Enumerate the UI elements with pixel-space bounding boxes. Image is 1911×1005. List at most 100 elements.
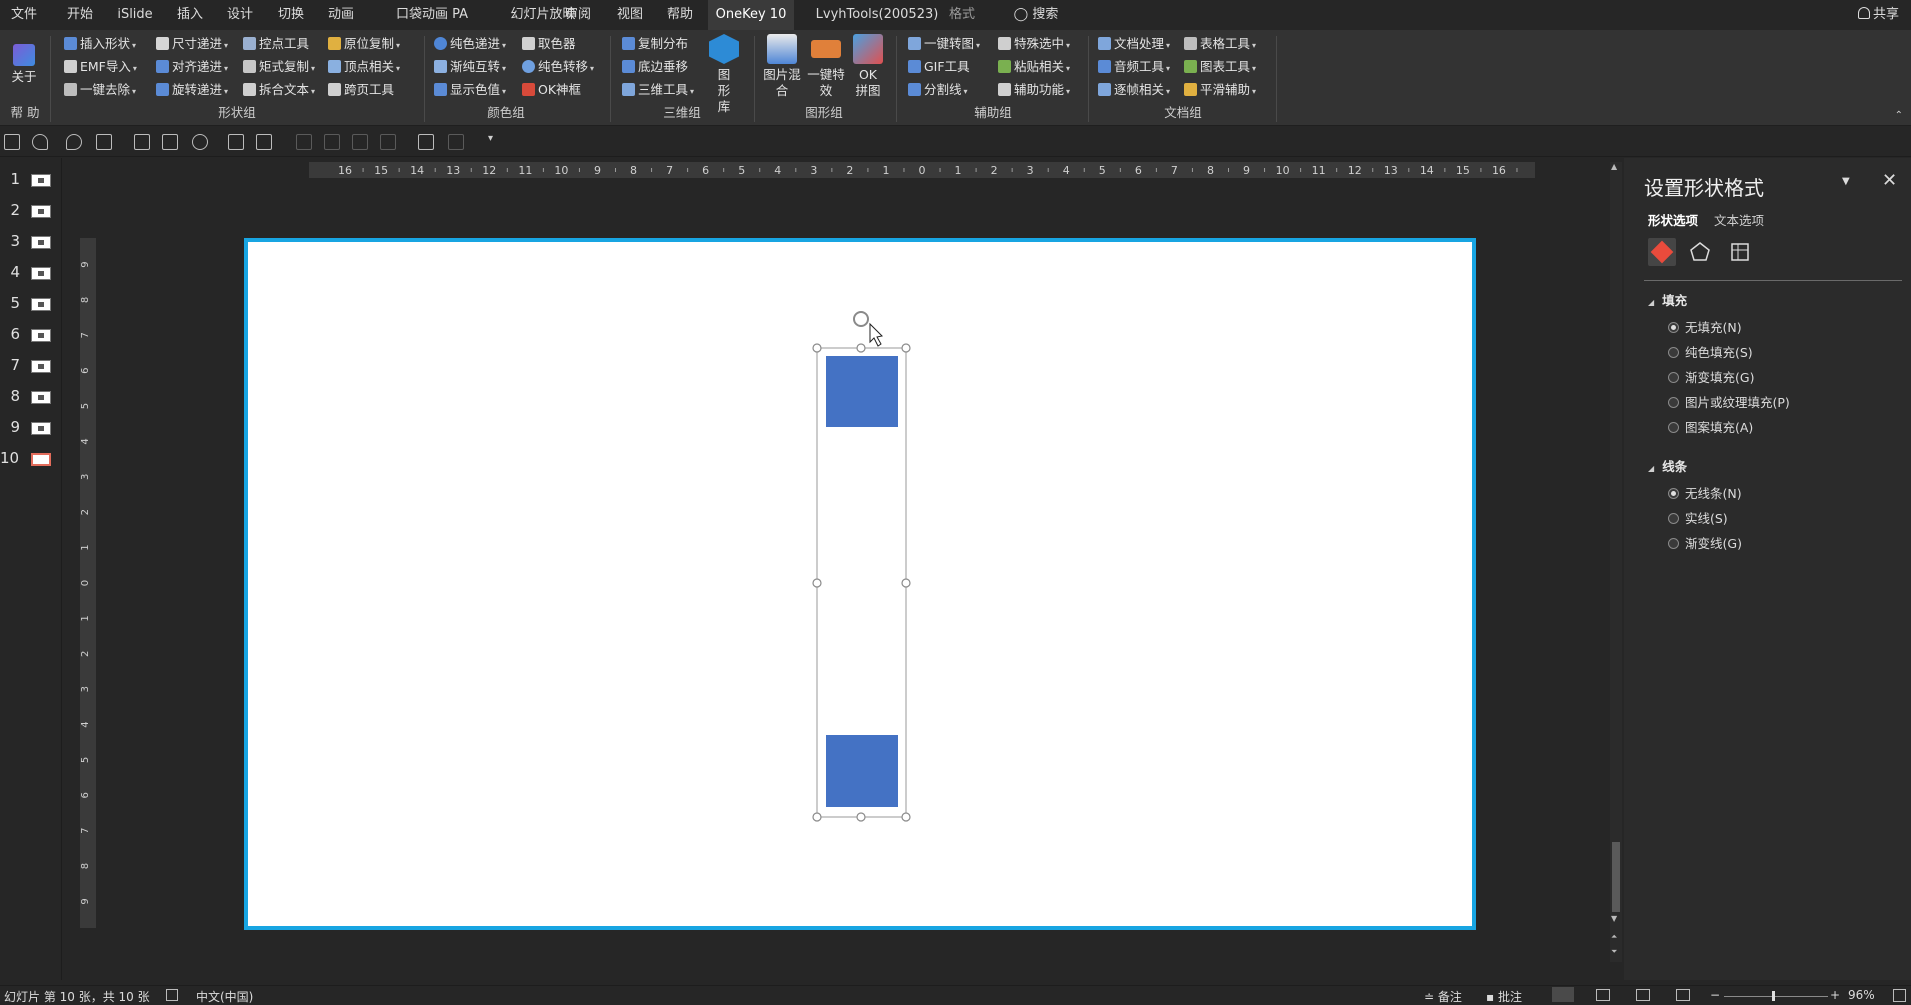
resize-handle[interactable] bbox=[812, 812, 822, 822]
smooth-assist-button[interactable]: 平滑辅助 ▾ bbox=[1184, 79, 1256, 101]
tab-text-options[interactable]: 文本选项 bbox=[1714, 210, 1764, 229]
gradient-solid-switch-button[interactable]: 渐纯互转 ▾ bbox=[434, 56, 506, 78]
tab-onekey[interactable]: OneKey 10 bbox=[708, 0, 794, 30]
rotate-handle-icon[interactable] bbox=[853, 311, 869, 327]
about-button[interactable]: 关于 bbox=[8, 34, 40, 85]
undo-icon[interactable] bbox=[32, 134, 48, 150]
fill-option-gradient[interactable]: 渐变填充(G) bbox=[1668, 369, 1754, 387]
audio-tools-button[interactable]: 音频工具 ▾ bbox=[1098, 56, 1170, 78]
resize-handle[interactable] bbox=[901, 812, 911, 822]
tab-view[interactable]: 视图 bbox=[612, 0, 648, 30]
matrix-copy-button[interactable]: 矩式复制 ▾ bbox=[243, 56, 315, 78]
crop-icon[interactable] bbox=[418, 134, 434, 150]
normal-view-icon[interactable] bbox=[1552, 987, 1574, 1002]
tab-review[interactable]: 审阅 bbox=[560, 0, 596, 30]
tab-animations[interactable]: 动画 bbox=[323, 0, 359, 30]
handle-tool-button[interactable]: 控点工具 bbox=[243, 33, 309, 55]
resize-handle[interactable] bbox=[856, 343, 866, 353]
bottom-drop-button[interactable]: 底边垂移 bbox=[622, 56, 688, 78]
one-click-to-image-button[interactable]: 一键转图 ▾ bbox=[908, 33, 980, 55]
doc-process-button[interactable]: 文档处理 ▾ bbox=[1098, 33, 1170, 55]
ok-frame-button[interactable]: OK神框 bbox=[522, 79, 581, 101]
slideshow-view-icon[interactable] bbox=[1676, 989, 1690, 1001]
pane-options-icon[interactable]: ▼ bbox=[1842, 176, 1850, 187]
format-painter-icon[interactable] bbox=[228, 134, 244, 150]
prev-slide-icon[interactable]: ⏶ bbox=[1611, 932, 1617, 942]
tab-insert[interactable]: 插入 bbox=[172, 0, 208, 30]
special-select-button[interactable]: 特殊选中 ▾ bbox=[998, 33, 1070, 55]
one-click-effect-button[interactable]: 一键特效 bbox=[804, 34, 848, 99]
tab-transitions[interactable]: 切换 bbox=[273, 0, 309, 30]
fill-option-solid[interactable]: 纯色填充(S) bbox=[1668, 344, 1753, 362]
resize-handle[interactable] bbox=[856, 812, 866, 822]
present-icon[interactable] bbox=[96, 134, 112, 150]
line-option-solid[interactable]: 实线(S) bbox=[1668, 510, 1728, 528]
slide-thumbnail[interactable]: 6 bbox=[0, 321, 60, 349]
vertex-button[interactable]: 顶点相关 ▾ bbox=[328, 56, 400, 78]
effects-tab[interactable] bbox=[1686, 238, 1714, 266]
slide-thumbnail[interactable]: 8 bbox=[0, 383, 60, 411]
ungroup-icon[interactable] bbox=[380, 134, 396, 150]
tab-home[interactable]: 开始 bbox=[62, 0, 98, 30]
bring-forward-icon[interactable] bbox=[296, 134, 312, 150]
tab-lvyhtools[interactable]: LvyhTools(200523) bbox=[802, 0, 952, 30]
zoom-in-icon[interactable]: + bbox=[1830, 988, 1840, 1002]
vertical-scrollbar[interactable]: ▲ ▼ ⏶ ⏷ bbox=[1610, 162, 1622, 962]
group-icon[interactable] bbox=[352, 134, 368, 150]
rotate-step-button[interactable]: 旋转递进 ▾ bbox=[156, 79, 228, 101]
pick-icon[interactable] bbox=[256, 134, 272, 150]
align-icon[interactable] bbox=[448, 134, 464, 150]
ok-collage-button[interactable]: OK拼图 bbox=[848, 34, 888, 99]
fill-option-picture[interactable]: 图片或纹理填充(P) bbox=[1668, 394, 1790, 412]
one-click-remove-button[interactable]: 一键去除 ▾ bbox=[64, 79, 136, 101]
radio-button[interactable] bbox=[1668, 347, 1679, 358]
in-place-copy-button[interactable]: 原位复制 ▾ bbox=[328, 33, 400, 55]
redo-icon[interactable] bbox=[66, 134, 82, 150]
split-text-button[interactable]: 拆合文本 ▾ bbox=[243, 79, 315, 101]
scrollbar-thumb[interactable] bbox=[1612, 842, 1620, 912]
notes-button[interactable]: ≐ 备注 bbox=[1424, 988, 1462, 1005]
show-color-value-button[interactable]: 显示色值 ▾ bbox=[434, 79, 506, 101]
size-step-button[interactable]: 尺寸递进 ▾ bbox=[156, 33, 228, 55]
image-blend-button[interactable]: 图片混合 bbox=[760, 34, 804, 99]
slide-thumbnail[interactable]: 3 bbox=[0, 228, 60, 256]
comments-button[interactable]: ▪ 批注 bbox=[1486, 988, 1522, 1005]
cross-page-button[interactable]: 跨页工具 bbox=[328, 79, 394, 101]
zoom-slider-thumb[interactable] bbox=[1772, 991, 1775, 1001]
tab-file[interactable]: 文件 bbox=[6, 0, 42, 30]
copy-distribute-button[interactable]: 复制分布 bbox=[622, 33, 688, 55]
slide-thumbnail[interactable]: 1 bbox=[0, 166, 60, 194]
new-slide-icon[interactable] bbox=[134, 134, 150, 150]
blue-square-top[interactable] bbox=[826, 356, 898, 427]
tab-design[interactable]: 设计 bbox=[222, 0, 258, 30]
slide-thumbnail[interactable]: 2 bbox=[0, 197, 60, 225]
chart-tools-button[interactable]: 图表工具 ▾ bbox=[1184, 56, 1256, 78]
close-icon[interactable]: ✕ bbox=[1882, 170, 1897, 191]
size-properties-tab[interactable] bbox=[1726, 238, 1754, 266]
align-step-button[interactable]: 对齐递进 ▾ bbox=[156, 56, 228, 78]
search-box[interactable]: ◯ 搜索 bbox=[1006, 0, 1066, 30]
save-icon[interactable] bbox=[4, 134, 20, 150]
radio-button[interactable] bbox=[1668, 322, 1679, 333]
line-option-gradient[interactable]: 渐变线(G) bbox=[1668, 535, 1742, 553]
line-option-none[interactable]: 无线条(N) bbox=[1668, 485, 1742, 503]
shape-library-button[interactable]: 图形库 bbox=[708, 34, 740, 115]
refresh-icon[interactable] bbox=[192, 134, 208, 150]
layout-icon[interactable] bbox=[162, 134, 178, 150]
fill-option-pattern[interactable]: 图案填充(A) bbox=[1668, 419, 1753, 437]
fill-option-none[interactable]: 无填充(N) bbox=[1668, 319, 1742, 337]
slide-sorter-icon[interactable] bbox=[1596, 989, 1610, 1001]
zoom-level[interactable]: 96% bbox=[1848, 988, 1875, 1002]
fit-to-window-icon[interactable] bbox=[1893, 989, 1906, 1002]
radio-button[interactable] bbox=[1668, 513, 1679, 524]
zoom-out-icon[interactable]: − bbox=[1710, 988, 1720, 1002]
scroll-up-icon[interactable]: ▲ bbox=[1611, 162, 1617, 171]
customize-toolbar-icon[interactable]: ▾ bbox=[488, 133, 493, 144]
tab-pocket-animation[interactable]: 口袋动画 PA bbox=[380, 0, 484, 30]
scroll-down-icon[interactable]: ▼ bbox=[1611, 914, 1617, 923]
3d-tools-button[interactable]: 三维工具 ▾ bbox=[622, 79, 694, 101]
slide-thumbnail[interactable]: 5 bbox=[0, 290, 60, 318]
solid-color-step-button[interactable]: 纯色递进 ▾ bbox=[434, 33, 506, 55]
reading-view-icon[interactable] bbox=[1636, 989, 1650, 1001]
line-section-header[interactable]: ◢ 线条 bbox=[1648, 456, 1687, 475]
